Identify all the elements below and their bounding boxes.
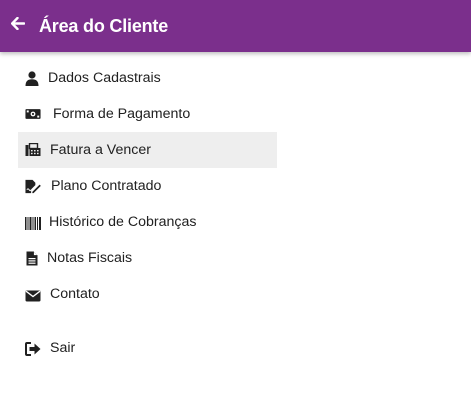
menu-item-forma-de-pagamento[interactable]: Forma de Pagamento	[18, 96, 277, 132]
app-header: Área do Cliente	[0, 0, 471, 52]
arrow-left-icon	[11, 16, 26, 35]
menu-item-sair[interactable]: Sair	[18, 330, 277, 366]
money-bill-icon	[25, 106, 41, 122]
menu-item-label: Sair	[50, 340, 76, 356]
menu-item-label: Contato	[50, 286, 100, 302]
menu-item-label: Histórico de Cobranças	[49, 214, 197, 230]
file-text-icon	[26, 250, 42, 266]
fax-icon	[25, 142, 41, 158]
menu-item-dados-cadastrais[interactable]: Dados Cadastrais	[18, 60, 277, 96]
back-button[interactable]	[8, 14, 28, 38]
menu-item-contato[interactable]: Contato	[18, 276, 277, 312]
menu-item-label: Notas Fiscais	[47, 250, 133, 266]
menu-item-fatura-a-vencer[interactable]: Fatura a Vencer	[18, 132, 277, 168]
user-icon	[25, 70, 41, 86]
barcode-icon	[25, 215, 41, 231]
file-signature-icon	[25, 178, 41, 194]
menu-item-label: Fatura a Vencer	[50, 142, 151, 158]
page-title: Área do Cliente	[39, 16, 169, 36]
menu-item-label: Plano Contratado	[51, 178, 162, 194]
envelope-icon	[25, 288, 41, 304]
menu-item-historico-de-cobrancas[interactable]: Histórico de Cobranças	[18, 204, 277, 240]
menu-item-label: Dados Cadastrais	[48, 70, 161, 86]
menu-item-notas-fiscais[interactable]: Notas Fiscais	[18, 240, 277, 276]
sign-out-icon	[25, 341, 41, 357]
menu-item-label: Forma de Pagamento	[53, 106, 191, 122]
menu-item-plano-contratado[interactable]: Plano Contratado	[18, 168, 277, 204]
